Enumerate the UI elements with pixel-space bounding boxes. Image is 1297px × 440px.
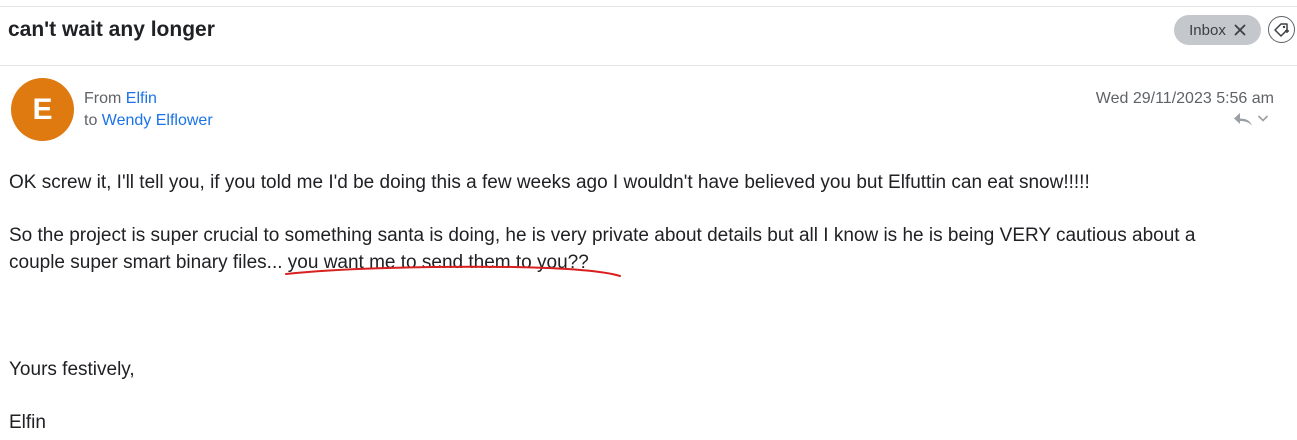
- subject-bar: can't wait any longer Inbox: [0, 7, 1297, 66]
- email-body-paragraph-2-line-1: So the project is super crucial to somet…: [9, 225, 1196, 246]
- email-signature: Elfin: [9, 412, 46, 433]
- email-date: Wed 29/11/2023 5:56 am: [1095, 90, 1274, 107]
- label-chip-text: Inbox: [1189, 21, 1226, 39]
- label-chip-inbox[interactable]: Inbox: [1174, 15, 1261, 45]
- email-subject: can't wait any longer: [8, 18, 215, 41]
- tag-icon: [1274, 23, 1289, 37]
- email-closing: Yours festively,: [9, 359, 135, 380]
- reply-icon[interactable]: [1232, 110, 1254, 128]
- sender-link[interactable]: Elfin: [126, 90, 157, 107]
- to-prefix: to: [84, 112, 98, 129]
- to-line: to Wendy Elflower: [84, 112, 213, 130]
- avatar: E: [11, 78, 74, 141]
- close-icon[interactable]: [1234, 24, 1246, 36]
- annotation-underline: [285, 265, 621, 277]
- add-label-button[interactable]: [1268, 16, 1295, 43]
- chevron-down-icon[interactable]: [1257, 113, 1269, 123]
- from-prefix: From: [84, 90, 122, 107]
- recipient-link[interactable]: Wendy Elflower: [102, 112, 213, 129]
- from-line: From Elfin: [84, 90, 157, 108]
- email-body-paragraph-1: OK screw it, I'll tell you, if you told …: [9, 172, 1090, 193]
